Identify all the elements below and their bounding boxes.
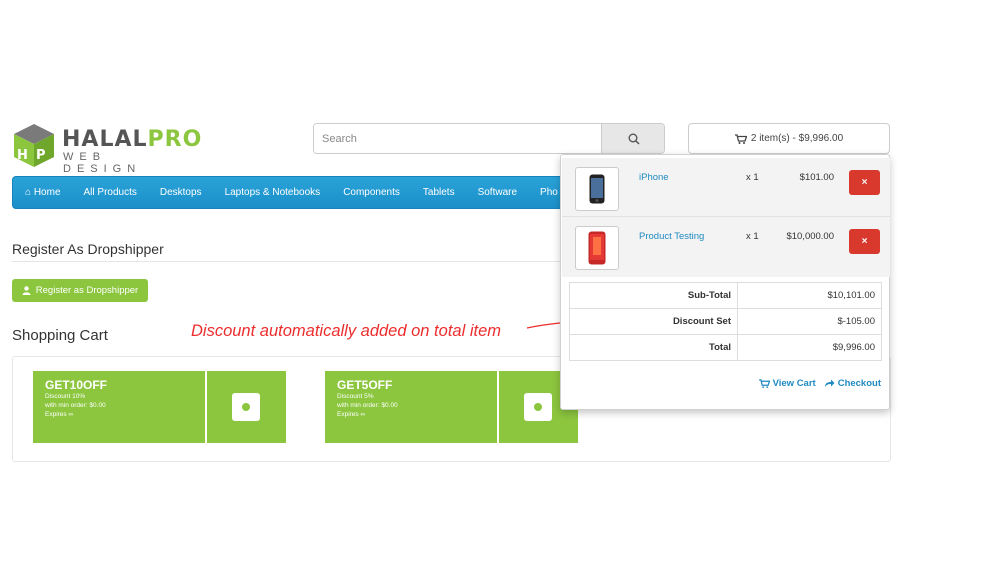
totals-row-subtotal: Sub-Total $10,101.00 bbox=[570, 283, 881, 309]
cart-totals-table: Sub-Total $10,101.00 Discount Set $-105.… bbox=[569, 282, 882, 361]
cart-summary-label: 2 item(s) - $9,996.00 bbox=[750, 133, 844, 144]
remove-item-button[interactable]: × bbox=[849, 229, 880, 254]
logo-cube-icon: H P bbox=[14, 124, 54, 167]
nav-item-home[interactable]: ⌂ Home bbox=[25, 187, 61, 198]
nav-item-laptops[interactable]: Laptops & Notebooks bbox=[225, 187, 321, 198]
totals-label: Sub-Total bbox=[570, 283, 738, 309]
coupon-discount: Discount 5% bbox=[337, 393, 374, 400]
search-icon bbox=[628, 133, 640, 145]
coupon-code: GET10OFF bbox=[45, 378, 108, 392]
remove-item-button[interactable]: × bbox=[849, 170, 880, 195]
totals-row-discount: Discount Set $-105.00 bbox=[570, 309, 881, 335]
phone-image-icon bbox=[589, 174, 605, 204]
svg-text:P: P bbox=[36, 148, 46, 163]
checkout-link[interactable]: Checkout bbox=[824, 378, 881, 389]
shopping-cart-title: Shopping Cart bbox=[12, 327, 108, 344]
plus-circle-icon bbox=[242, 403, 250, 411]
cart-item-qty: x 1 bbox=[746, 231, 759, 242]
home-icon: ⌂ bbox=[25, 187, 32, 198]
nav-item-phones[interactable]: Pho bbox=[540, 187, 558, 198]
cart-item-name[interactable]: iPhone bbox=[639, 172, 669, 183]
totals-row-total: Total $9,996.00 bbox=[570, 335, 881, 361]
product-thumbnail[interactable] bbox=[575, 226, 619, 270]
user-icon bbox=[22, 286, 31, 295]
cart-item-row: iPhone x 1 $101.00 × bbox=[562, 158, 890, 219]
coupon-min-order: with min order: $0.00 bbox=[337, 402, 398, 409]
apply-coupon-button[interactable] bbox=[524, 393, 552, 421]
cart-icon bbox=[734, 133, 747, 144]
coupon-expires: Expires ∞ bbox=[337, 411, 366, 418]
nav-item-components[interactable]: Components bbox=[343, 187, 400, 198]
logo-wordmark: HALALPRO bbox=[62, 127, 203, 152]
view-cart-link[interactable]: View Cart bbox=[758, 378, 816, 389]
page-title: Register As Dropshipper bbox=[12, 241, 164, 257]
logo-tagline: WEB DESIGN bbox=[63, 151, 142, 175]
divider bbox=[12, 261, 560, 262]
coupon-details: GET5OFF Discount 5% with min order: $0.0… bbox=[325, 371, 497, 443]
cart-dropdown: iPhone x 1 $101.00 × Product Testing x 1… bbox=[560, 154, 890, 410]
coupon-discount: Discount 10% bbox=[45, 393, 86, 400]
cart-icon bbox=[758, 379, 770, 388]
totals-label: Discount Set bbox=[570, 309, 738, 335]
site-logo[interactable]: H P HALALPRO WEB DESIGN bbox=[12, 122, 201, 175]
svg-text:H: H bbox=[17, 148, 28, 163]
annotation-text: Discount automatically added on total it… bbox=[191, 322, 502, 340]
totals-label: Total bbox=[570, 335, 738, 361]
plus-circle-icon bbox=[534, 403, 542, 411]
cart-item-row: Product Testing x 1 $10,000.00 × bbox=[562, 216, 890, 277]
apply-coupon-button[interactable] bbox=[232, 393, 260, 421]
search-bar bbox=[313, 123, 665, 154]
product-thumbnail[interactable] bbox=[575, 167, 619, 211]
coupon-details: GET10OFF Discount 10% with min order: $0… bbox=[33, 371, 205, 443]
coupon-expires: Expires ∞ bbox=[45, 411, 74, 418]
cart-item-price: $101.00 bbox=[799, 172, 834, 183]
coupon-stub bbox=[207, 371, 286, 443]
cart-item-price: $10,000.00 bbox=[786, 231, 834, 242]
totals-value: $9,996.00 bbox=[832, 342, 875, 353]
totals-value: $-105.00 bbox=[837, 316, 875, 327]
share-arrow-icon bbox=[824, 379, 835, 387]
nav-item-desktops[interactable]: Desktops bbox=[160, 187, 202, 198]
search-input[interactable] bbox=[314, 124, 601, 153]
nav-item-all-products[interactable]: All Products bbox=[84, 187, 137, 198]
nav-item-tablets[interactable]: Tablets bbox=[423, 187, 455, 198]
cart-item-qty: x 1 bbox=[746, 172, 759, 183]
coupon-code: GET5OFF bbox=[337, 378, 393, 392]
totals-value: $10,101.00 bbox=[827, 290, 875, 301]
cart-summary-button[interactable]: 2 item(s) - $9,996.00 bbox=[688, 123, 890, 154]
register-dropshipper-button[interactable]: Register as Dropshipper bbox=[12, 279, 148, 302]
search-button[interactable] bbox=[601, 124, 664, 153]
nav-item-software[interactable]: Software bbox=[478, 187, 517, 198]
cart-item-name[interactable]: Product Testing bbox=[639, 231, 704, 242]
coupon-min-order: with min order: $0.00 bbox=[45, 402, 106, 409]
close-icon: × bbox=[861, 177, 868, 188]
cart-actions: View Cart Checkout bbox=[758, 378, 881, 389]
main-nav: ⌂ Home All Products Desktops Laptops & N… bbox=[12, 176, 567, 209]
close-icon: × bbox=[861, 236, 868, 247]
phone-image-icon bbox=[588, 231, 606, 265]
